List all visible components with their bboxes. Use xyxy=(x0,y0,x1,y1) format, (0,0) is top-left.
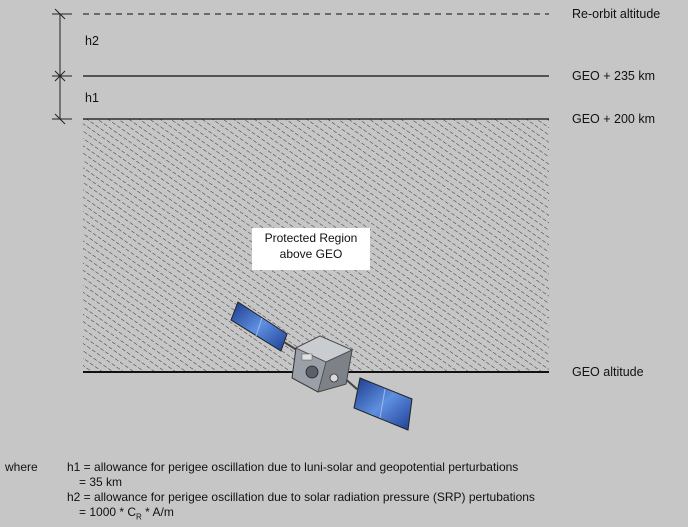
geo235-label: GEO + 235 km xyxy=(572,69,656,83)
h2-label: h2 xyxy=(85,34,99,48)
protected-region-label: Protected Region above GEO xyxy=(252,228,370,270)
legend-where: where xyxy=(5,460,38,474)
legend-h1-value: = 35 km xyxy=(79,475,123,489)
geo-label: GEO altitude xyxy=(572,365,644,379)
legend-h2-definition: h2 = allowance for perigee oscillation d… xyxy=(67,490,535,504)
legend-h1-definition: h1 = allowance for perigee oscillation d… xyxy=(67,460,519,474)
h1-label: h1 xyxy=(85,91,99,105)
legend: where h1 = allowance for perigee oscilla… xyxy=(0,456,688,526)
region-line1: Protected Region xyxy=(264,231,358,245)
h2-formula-suffix: * A/m xyxy=(141,505,174,519)
h2-formula-prefix: = 1000 * C xyxy=(79,505,137,519)
legend-h2-value: = 1000 * CR * A/m xyxy=(79,505,174,524)
region-line2: above GEO xyxy=(279,247,343,261)
reorbit-label: Re-orbit altitude xyxy=(572,7,661,21)
geo200-label: GEO + 200 km xyxy=(572,112,656,126)
dimension-markers xyxy=(52,8,72,125)
